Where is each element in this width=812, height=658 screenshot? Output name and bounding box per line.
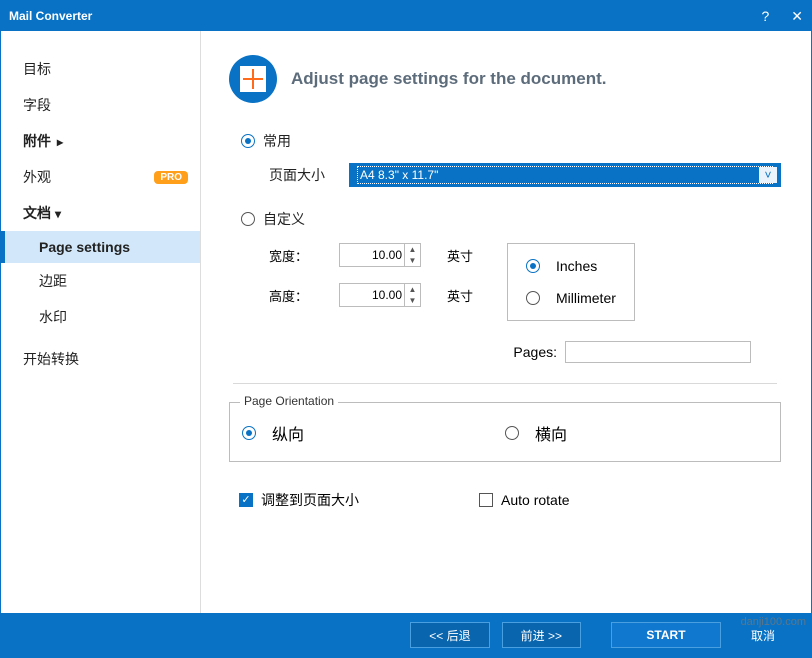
checkbox-fit[interactable] xyxy=(239,493,253,507)
radio-mm[interactable] xyxy=(526,291,540,305)
pages-input[interactable] xyxy=(565,341,751,363)
height-row: 高度： 10.00 ▲▼ 英寸 xyxy=(269,283,487,307)
width-input[interactable]: 10.00 ▲▼ xyxy=(339,243,421,267)
spin-up-icon[interactable]: ▲ xyxy=(405,244,420,255)
help-icon[interactable]: ? xyxy=(761,8,769,24)
sidebar-item-fields[interactable]: 字段 xyxy=(1,87,200,123)
sidebar-sub-watermark[interactable]: 水印 xyxy=(1,299,200,335)
footer: << 后退 前进 >> START 取消 xyxy=(1,613,811,657)
option-common[interactable]: 常用 xyxy=(241,131,781,151)
unit-mm[interactable]: Millimeter xyxy=(526,290,616,306)
radio-inches[interactable] xyxy=(526,259,540,273)
check-autorotate[interactable]: Auto rotate xyxy=(479,492,570,508)
body: 目标 字段 附件 外观 PRO 文档 Page settings 边距 水印 开… xyxy=(1,31,811,613)
width-row: 宽度： 10.00 ▲▼ 英寸 xyxy=(269,243,487,267)
pro-badge: PRO xyxy=(154,171,188,184)
page-size-label: 页面大小 xyxy=(269,165,339,185)
spin-down-icon[interactable]: ▼ xyxy=(405,295,420,306)
start-button[interactable]: START xyxy=(611,622,721,648)
titlebar: Mail Converter ? ✕ xyxy=(1,1,811,31)
sidebar: 目标 字段 附件 外观 PRO 文档 Page settings 边距 水印 开… xyxy=(1,31,201,613)
radio-portrait[interactable] xyxy=(242,426,256,440)
pages-label: Pages: xyxy=(513,344,557,360)
window-title: Mail Converter xyxy=(9,9,92,23)
unit-box: Inches Millimeter xyxy=(507,243,635,321)
custom-block: 宽度： 10.00 ▲▼ 英寸 高度： 10.00 ▲▼ 英寸 xyxy=(269,243,781,321)
orientation-fieldset: Page Orientation 纵向 横向 xyxy=(229,402,781,462)
orientation-portrait[interactable]: 纵向 xyxy=(242,421,505,445)
checkbox-autorotate[interactable] xyxy=(479,493,493,507)
unit-inches[interactable]: Inches xyxy=(526,258,616,274)
close-icon[interactable]: ✕ xyxy=(791,8,803,25)
app-window: Mail Converter ? ✕ 目标 字段 附件 外观 PRO 文档 Pa… xyxy=(0,0,812,658)
main-panel: Adjust page settings for the document. 常… xyxy=(201,31,811,613)
radio-custom[interactable] xyxy=(241,212,255,226)
sidebar-item-attach[interactable]: 附件 xyxy=(1,123,200,159)
pages-row: Pages: xyxy=(229,341,751,363)
sidebar-item-appearance[interactable]: 外观 PRO xyxy=(1,159,200,195)
window-controls: ? ✕ xyxy=(761,8,803,25)
page-title: Adjust page settings for the document. xyxy=(291,69,606,89)
separator xyxy=(233,383,777,384)
sidebar-item-dest[interactable]: 目标 xyxy=(1,51,200,87)
orientation-landscape[interactable]: 横向 xyxy=(505,421,768,445)
chevron-down-icon[interactable]: ˅ xyxy=(759,167,777,183)
page-header: Adjust page settings for the document. xyxy=(229,55,781,103)
sidebar-sub-margins[interactable]: 边距 xyxy=(1,263,200,299)
cancel-button[interactable]: 取消 xyxy=(733,622,793,648)
sidebar-sub-pagesettings[interactable]: Page settings xyxy=(1,231,200,263)
sidebar-item-doc[interactable]: 文档 xyxy=(1,195,200,231)
page-size-row: 页面大小 A4 8.3" x 11.7" ˅ xyxy=(269,163,781,187)
check-fit[interactable]: 调整到页面大小 xyxy=(239,490,359,510)
radio-landscape[interactable] xyxy=(505,426,519,440)
check-row: 调整到页面大小 Auto rotate xyxy=(239,490,781,510)
option-custom[interactable]: 自定义 xyxy=(241,209,781,229)
sidebar-item-start[interactable]: 开始转换 xyxy=(1,341,200,377)
page-size-select[interactable]: A4 8.3" x 11.7" ˅ xyxy=(349,163,781,187)
page-settings-icon xyxy=(229,55,277,103)
height-input[interactable]: 10.00 ▲▼ xyxy=(339,283,421,307)
radio-common[interactable] xyxy=(241,134,255,148)
spin-up-icon[interactable]: ▲ xyxy=(405,284,420,295)
back-button[interactable]: << 后退 xyxy=(410,622,489,648)
spin-down-icon[interactable]: ▼ xyxy=(405,255,420,266)
next-button[interactable]: 前进 >> xyxy=(502,622,581,648)
orientation-legend: Page Orientation xyxy=(240,394,338,408)
